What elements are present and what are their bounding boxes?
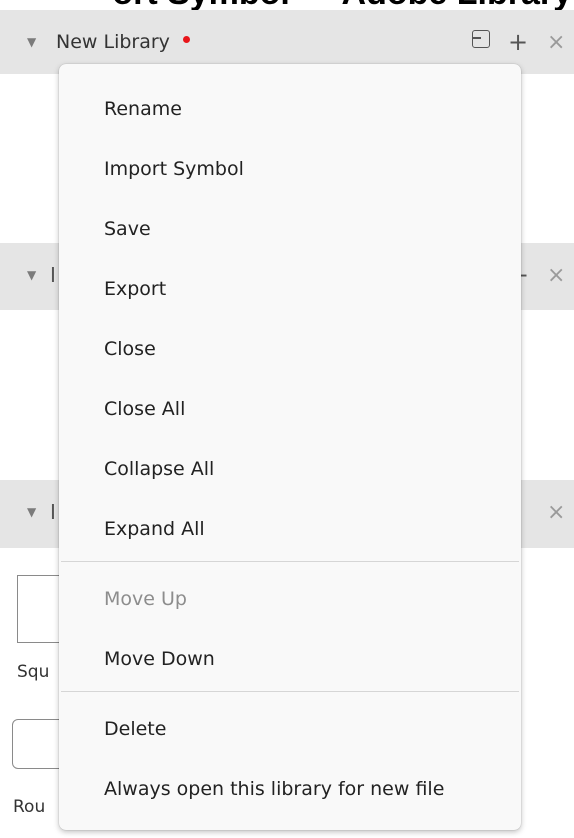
library-context-menu: Rename Import Symbol Save Export Close C… bbox=[59, 64, 521, 830]
collapse-caret-icon[interactable]: ▼ bbox=[27, 35, 36, 49]
close-icon[interactable]: × bbox=[547, 265, 565, 287]
menu-separator bbox=[61, 561, 519, 562]
menu-item-always-open[interactable]: Always open this library for new file bbox=[104, 778, 444, 800]
menu-item-save[interactable]: Save bbox=[104, 218, 151, 240]
import-icon[interactable] bbox=[472, 30, 490, 48]
library-title-partial: I bbox=[50, 500, 56, 524]
menu-item-close-all[interactable]: Close All bbox=[104, 398, 185, 420]
menu-item-move-up: Move Up bbox=[104, 588, 187, 610]
rounded-shape-label: Rou bbox=[13, 797, 46, 817]
close-icon[interactable]: × bbox=[547, 32, 565, 54]
menu-item-export[interactable]: Export bbox=[104, 278, 166, 300]
top-strip: ort Symbol — Adobe Library bbox=[0, 0, 574, 10]
menu-item-collapse-all[interactable]: Collapse All bbox=[104, 458, 214, 480]
menu-item-close[interactable]: Close bbox=[104, 338, 156, 360]
cut-off-title: ort Symbol — Adobe Library bbox=[112, 0, 572, 10]
close-icon[interactable]: × bbox=[547, 502, 565, 524]
menu-separator bbox=[61, 691, 519, 692]
menu-item-import-symbol[interactable]: Import Symbol bbox=[104, 158, 244, 180]
collapse-caret-icon[interactable]: ▼ bbox=[27, 505, 36, 519]
menu-item-move-down[interactable]: Move Down bbox=[104, 648, 215, 670]
collapse-caret-icon[interactable]: ▼ bbox=[27, 268, 36, 282]
square-shape-label: Squ bbox=[17, 662, 50, 682]
library-title-partial: I bbox=[50, 263, 56, 287]
menu-item-delete[interactable]: Delete bbox=[104, 718, 166, 740]
menu-item-expand-all[interactable]: Expand All bbox=[104, 518, 205, 540]
menu-item-rename[interactable]: Rename bbox=[104, 98, 182, 120]
library-title: New Library bbox=[56, 31, 170, 53]
plus-icon[interactable]: + bbox=[508, 30, 528, 54]
unsaved-dot-icon bbox=[183, 36, 190, 43]
